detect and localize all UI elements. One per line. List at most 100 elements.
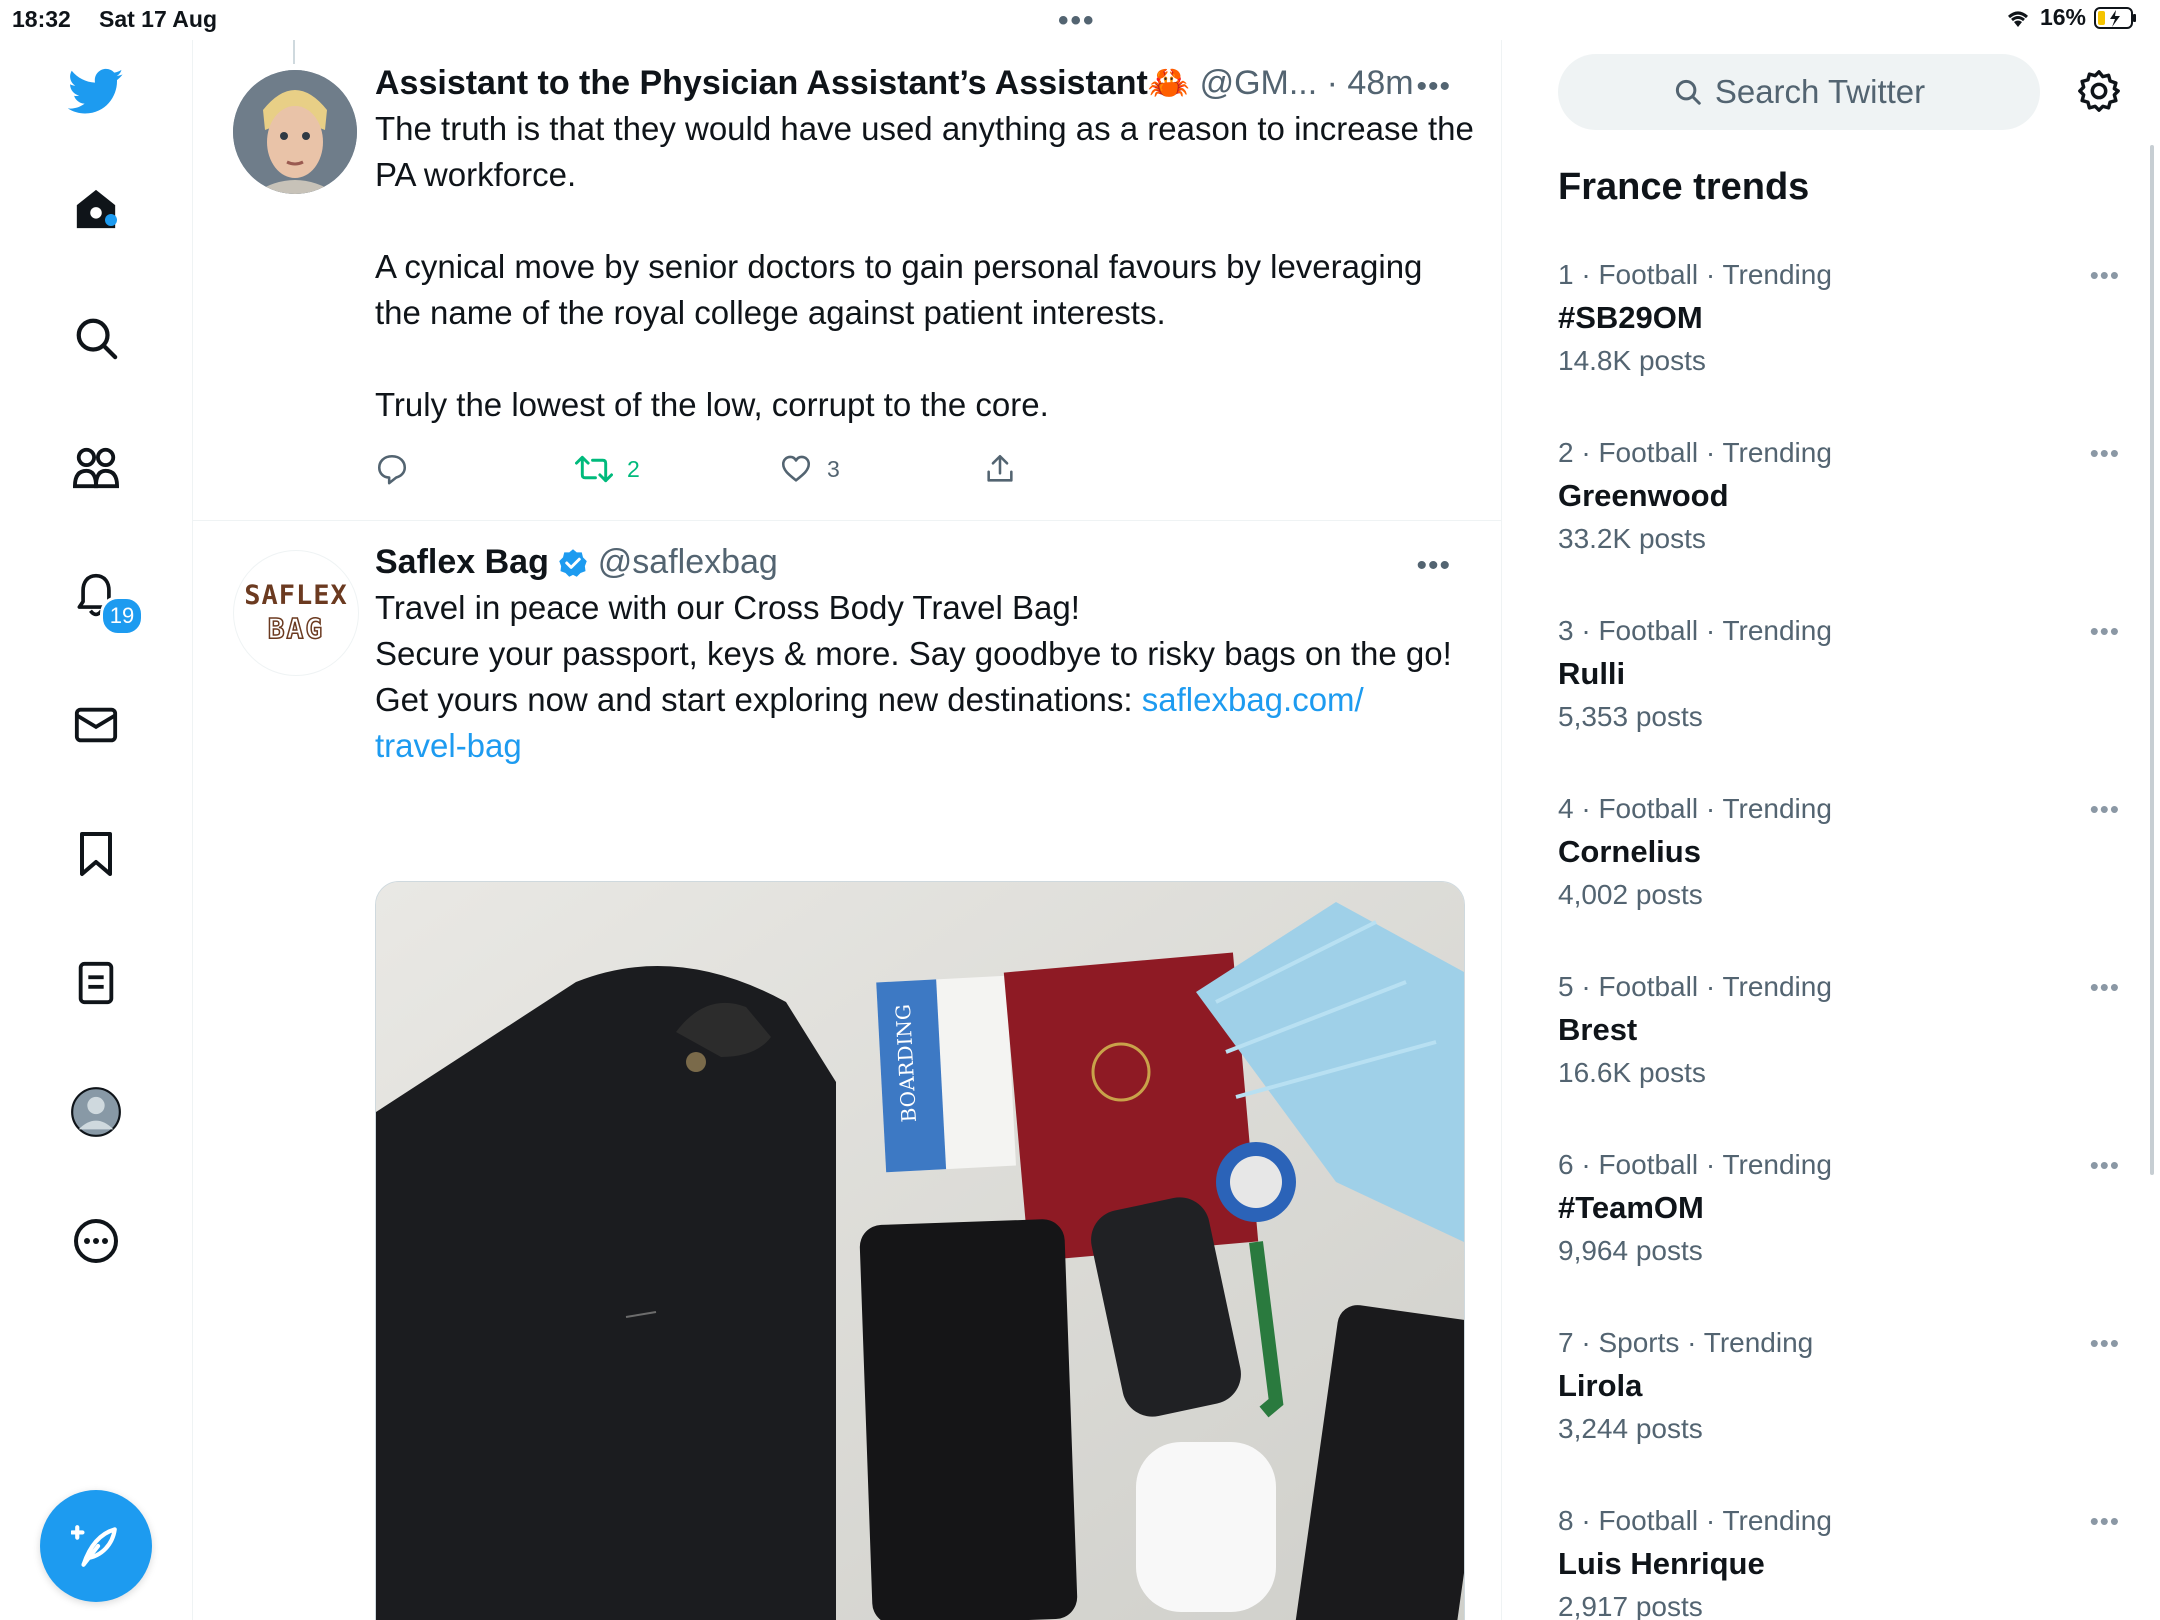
trend-topic: Cornelius [1558,834,1701,869]
trend-more-icon[interactable]: ••• [2090,260,2120,291]
author-handle[interactable]: @GM... [1200,64,1318,102]
tweet-more-icon[interactable]: ••• [1416,549,1451,583]
multitasking-dots-icon[interactable]: ••• [1058,4,1096,38]
compose-tweet-button[interactable] [40,1490,152,1602]
product-photo: BOARDING [376,882,1464,1620]
bookmarks-icon[interactable] [64,822,128,886]
retweet-icon [575,455,613,483]
trend-meta: 7 · Sports · Trending [1558,1327,1814,1358]
like-button[interactable]: 3 [779,452,983,486]
battery-percent: 16% [2039,4,2086,30]
search-icon [1675,79,1701,105]
settings-gear-icon[interactable] [2076,68,2122,119]
clock: 18:32 [12,6,71,32]
trend-more-icon[interactable]: ••• [2090,1150,2120,1181]
tweet-text: The truth is that they would have used a… [375,110,1474,423]
avatar-logo-text: SAFLEX [244,580,348,611]
trend-topic: Luis Henrique [1558,1546,1765,1581]
trend-item[interactable]: 4 · Football · Trending Cornelius 4,002 … [1558,792,2120,970]
avatar[interactable] [233,70,357,194]
tweet-header: Assistant to the Physician Assistant’s A… [375,62,1475,104]
trend-item[interactable]: 5 · Football · Trending Brest 16.6K post… [1558,970,2120,1148]
messages-mail-icon[interactable] [64,693,128,757]
author-handle[interactable]: @saflexbag [598,543,778,581]
side-navigation: 19 [0,40,193,1620]
search-input[interactable]: Search Twitter [1558,54,2040,130]
trend-meta: 4 · Football · Trending [1558,793,1832,824]
trends-heading: France trends [1558,166,1810,208]
tweet-header: Saflex Bag @saflexbag [375,541,1475,583]
trend-meta: 2 · Football · Trending [1558,437,1832,468]
trend-more-icon[interactable]: ••• [2090,616,2120,647]
author-name[interactable]: Saflex Bag [375,543,549,581]
trend-post-count: 2,917 posts [1558,1591,1703,1620]
communities-icon[interactable] [64,435,128,499]
trend-topic: Lirola [1558,1368,1643,1403]
trend-meta: 1 · Football · Trending [1558,259,1832,290]
sidebar-scrollbar[interactable] [2150,145,2154,1175]
status-right: 16% [2004,4,2138,31]
search-placeholder: Search Twitter [1714,73,1926,110]
trend-meta: 3 · Football · Trending [1558,615,1832,646]
share-button[interactable] [983,452,1017,486]
sidebar: Search Twitter France trends 1 · Footbal… [1502,40,2160,1620]
trend-item[interactable]: 8 · Football · Trending Luis Henrique 2,… [1558,1504,2118,1620]
more-options-icon[interactable] [64,1209,128,1273]
trend-post-count: 33.2K posts [1558,523,1706,554]
trend-topic: Brest [1558,1012,1638,1047]
trend-post-count: 4,002 posts [1558,879,1703,910]
wifi-icon [2007,11,2028,27]
trend-more-icon[interactable]: ••• [2090,1328,2120,1359]
trend-meta: 6 · Football · Trending [1558,1149,1832,1180]
explore-search-icon[interactable] [64,306,128,370]
trend-more-icon[interactable]: ••• [2090,794,2120,825]
timeline: Assistant to the Physician Assistant’s A… [193,40,1502,1620]
trend-topic: #SB29OM [1558,300,1703,335]
trend-more-icon[interactable]: ••• [2090,1506,2118,1537]
trend-post-count: 16.6K posts [1558,1057,1706,1088]
tweet-text: Travel in peace with our Cross Body Trav… [375,585,1475,769]
author-name[interactable]: Assistant to the Physician Assistant’s A… [375,64,1190,102]
trend-topic: Rulli [1558,656,1626,691]
trend-item[interactable]: 2 · Football · Trending Greenwood 33.2K … [1558,436,2120,614]
reply-button[interactable] [375,452,575,486]
trend-post-count: 3,244 posts [1558,1413,1703,1444]
like-count: 3 [827,455,840,482]
tweet-media-image[interactable]: BOARDING [375,881,1465,1620]
compose-feather-icon [71,1525,117,1567]
tweet-more-icon[interactable]: ••• [1416,70,1451,104]
trend-item[interactable]: 6 · Football · Trending #TeamOM 9,964 po… [1558,1148,2120,1326]
trend-topic: Greenwood [1558,478,1729,513]
date: Sat 17 Aug [99,6,218,32]
trend-item[interactable]: 1 · Football · Trending #SB29OM 14.8K po… [1558,258,2120,436]
trend-meta: 8 · Football · Trending [1558,1505,1832,1536]
battery-charging-icon [2094,6,2136,29]
trend-item[interactable]: 3 · Football · Trending Rulli 5,353 post… [1558,614,2120,792]
lists-icon[interactable] [64,951,128,1015]
tweet-body: Saflex Bag @saflexbag Travel in peace wi… [375,541,1475,769]
home-icon[interactable] [64,177,128,241]
trend-topic: #TeamOM [1558,1190,1704,1225]
tweet[interactable]: Assistant to the Physician Assistant’s A… [193,40,1501,521]
reply-icon [377,454,407,485]
trend-post-count: 14.8K posts [1558,345,1706,376]
share-icon [987,454,1013,482]
trend-post-count: 9,964 posts [1558,1235,1703,1266]
retweet-count: 2 [627,455,640,482]
trend-item[interactable]: 7 · Sports · Trending Lirola 3,244 posts… [1558,1326,2120,1504]
profile-avatar-icon[interactable] [64,1080,128,1144]
avatar-logo-subtext: BAG [267,611,325,646]
trend-more-icon[interactable]: ••• [2090,972,2120,1003]
tweet-time[interactable]: · 48m [1327,64,1414,102]
twitter-logo-icon[interactable] [64,60,128,124]
trend-post-count: 5,353 posts [1558,701,1703,732]
heart-icon [781,455,811,482]
verified-badge-icon [559,549,588,577]
tweet-actions: 2 3 [375,452,1017,486]
tweet-body: Assistant to the Physician Assistant’s A… [375,62,1475,428]
promoted-tweet[interactable]: SAFLEX BAG Saflex Bag @saflexbag Travel … [193,521,1501,1620]
trend-more-icon[interactable]: ••• [2090,438,2120,469]
trend-meta: 5 · Football · Trending [1558,971,1832,1002]
advertiser-avatar[interactable]: SAFLEX BAG [233,550,359,676]
retweet-button[interactable]: 2 [575,452,779,486]
